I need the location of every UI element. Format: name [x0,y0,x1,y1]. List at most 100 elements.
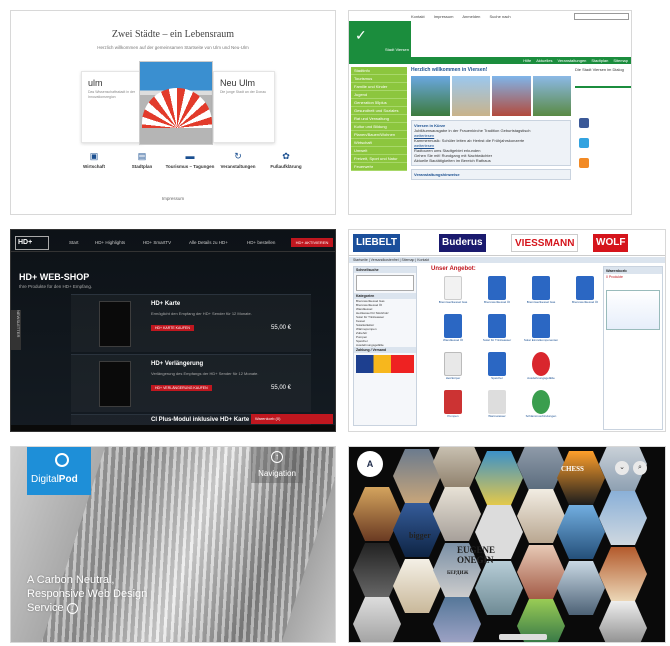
product-tile[interactable]: Ausdehnungsgefäße [519,352,563,388]
product-image [532,352,550,376]
nav-item[interactable]: HD+ SmartTV [143,240,171,245]
chevron-down-icon[interactable]: ⌄ [615,461,629,475]
gallery-tile[interactable] [353,597,401,642]
product-tile[interactable]: Solar für Trinkwasser [475,314,519,350]
menu-item[interactable]: Hilfe [523,58,531,63]
digitalpod-logo[interactable]: DigitalPod [27,447,91,495]
navigation-button[interactable]: ↑ Navigation [251,447,303,483]
rss-icon[interactable] [579,158,589,168]
buy-button[interactable]: HD+ KARTE KAUFEN [151,325,194,331]
shop-menu[interactable]: Startseite | Versandkostenfrei | Sitemap… [349,257,665,263]
nav-item[interactable]: HD+ Highlights [95,240,125,245]
activate-button[interactable]: HD+ AKTIVIEREN [291,238,333,247]
newsletter-tab[interactable]: NEWSLETTER [11,310,21,350]
sidebar-item[interactable]: Familie und Kinder [351,83,407,91]
product-tile[interactable]: Wandkessel Öl [431,314,475,350]
hero-carousel[interactable]: ulm Das Wissenschaftsstadt in der Innova… [77,61,275,147]
product-tile[interactable]: Warmwasser [475,390,519,426]
screenshot-liebelt: LIEBELT Buderus VIESSMANN WOLF Startseit… [348,229,666,432]
sidebar-item[interactable]: Generation 55plus [351,99,407,107]
brand-logo[interactable]: WOLF [593,234,629,252]
gallery-tile[interactable] [599,491,647,545]
top-link[interactable]: Anmelden [462,14,480,19]
gallery-tile[interactable] [353,543,401,597]
gallery-tile[interactable] [599,547,647,601]
site-logo[interactable]: A [357,451,383,477]
sidebar-item[interactable]: Umwelt [351,147,407,155]
footer-link[interactable]: Impressum [11,196,335,201]
nav-item[interactable]: HD+ bestellen [247,240,275,245]
facebook-icon[interactable] [579,118,589,128]
menu-item[interactable]: Stadtplan [591,58,608,63]
product-tile[interactable]: Brennwertkessel Öl [563,276,607,312]
product-name: HD+ Karte [151,301,181,307]
arrow-down-icon[interactable]: ↓ [66,602,78,614]
sidebar-item[interactable]: Wirtschaft [351,139,407,147]
brand-logo[interactable]: LIEBELT [353,234,400,252]
nav-item[interactable]: Start [69,240,79,245]
gallery-tile[interactable] [393,449,441,503]
city-card-neu-ulm[interactable]: Neu Ulm Die junge Stadt an der Donau [213,71,275,143]
gallery-tile[interactable] [393,503,441,557]
search-input[interactable] [356,275,414,291]
main-content: Herzlich willkommen in Viersen! Viersen … [411,67,571,212]
top-link[interactable]: Impressum [434,14,454,19]
sidebar-item[interactable]: Feuerwehr [351,163,407,171]
twitter-icon[interactable] [579,138,589,148]
share-bar[interactable] [499,634,547,640]
product-tile[interactable]: Solar Einzelkomponenten [519,314,563,350]
product-tile[interactable]: Schlammverbindungen [519,390,563,426]
product-tile[interactable]: Pumpen [431,390,475,426]
sidebar-item[interactable]: Rat und Verwaltung [351,115,407,123]
product-image [444,314,462,338]
nav-veranstaltungen[interactable]: ↻ Veranstaltungen [211,151,265,170]
gallery-tile[interactable] [517,489,565,543]
product-tile[interactable]: Brennwertkessel Gas [431,276,475,312]
sidebar-item[interactable]: Gesundheit und Soziales [351,107,407,115]
gallery-tile[interactable] [557,561,605,615]
sidebar-item[interactable]: Stadtinfo [351,67,407,75]
search-icon[interactable]: ⌕ [633,461,647,475]
brand-logo[interactable]: Buderus [439,234,486,252]
gallery-tile[interactable] [433,597,481,642]
city-card-ulm[interactable]: ulm Das Wissenschaftsstadt in der Innova… [81,71,143,143]
photo [532,76,571,116]
product-image [532,390,550,414]
hd-plus-logo[interactable]: HD+ [15,236,49,250]
gallery-tile[interactable] [557,451,605,505]
site-logo[interactable]: ✓ Stadt Viersen [349,21,411,57]
gallery-tile[interactable] [433,447,481,489]
nav-wirtschaft[interactable]: ▣ Wirtschaft [67,151,121,170]
menu-item[interactable]: Sitemap [613,58,628,63]
brand-logo[interactable]: VIESSMANN [511,234,579,252]
gallery-tile[interactable] [599,601,647,642]
nav-stadtplan[interactable]: ▤ Stadtplan [115,151,169,170]
product-tile[interactable]: Brennwertkessel Gas [519,276,563,312]
nav-tourismus[interactable]: ▬ Tourismus – Tagungen [163,151,217,170]
menu-item[interactable]: Veranstaltungen [557,58,586,63]
top-link[interactable]: Kontakt [411,14,425,19]
sidebar-item[interactable]: Kultur und Bildung [351,123,407,131]
product-tile[interactable]: Heizkörper [431,352,475,388]
nav-item[interactable]: Alle Details zu HD+ [189,240,228,245]
nav-fussaufklaerung[interactable]: ✿ Fußaufklärung [259,151,313,170]
sidebar-item[interactable]: Freizeit, Sport und Natur [351,155,407,163]
menu-item[interactable]: Aktuelles [536,58,552,63]
buy-button[interactable]: HD+ VERLÄNGERUNG KAUFEN [151,385,212,391]
gallery-tile[interactable] [557,505,605,559]
gallery-tile[interactable] [475,561,523,615]
top-link[interactable]: Suche nach [490,14,511,19]
sidebar-item[interactable]: Planen/Bauen/Wohnen [351,131,407,139]
product-tile[interactable]: Brennwertkessel Öl [475,276,519,312]
sidebar-item[interactable]: Jugend [351,91,407,99]
product-tile[interactable]: Speicher [475,352,519,388]
gallery-tile[interactable] [517,545,565,599]
sidebar-item[interactable]: Tourismus [351,75,407,83]
gallery-tile[interactable] [475,451,523,505]
gallery-tile[interactable] [353,487,401,541]
gallery-tile[interactable] [393,559,441,613]
gallery-tile[interactable] [433,487,481,541]
search-input[interactable] [574,13,629,20]
gallery-tile[interactable] [517,447,565,491]
cart-button[interactable]: Warenkorb (0) [251,414,333,424]
